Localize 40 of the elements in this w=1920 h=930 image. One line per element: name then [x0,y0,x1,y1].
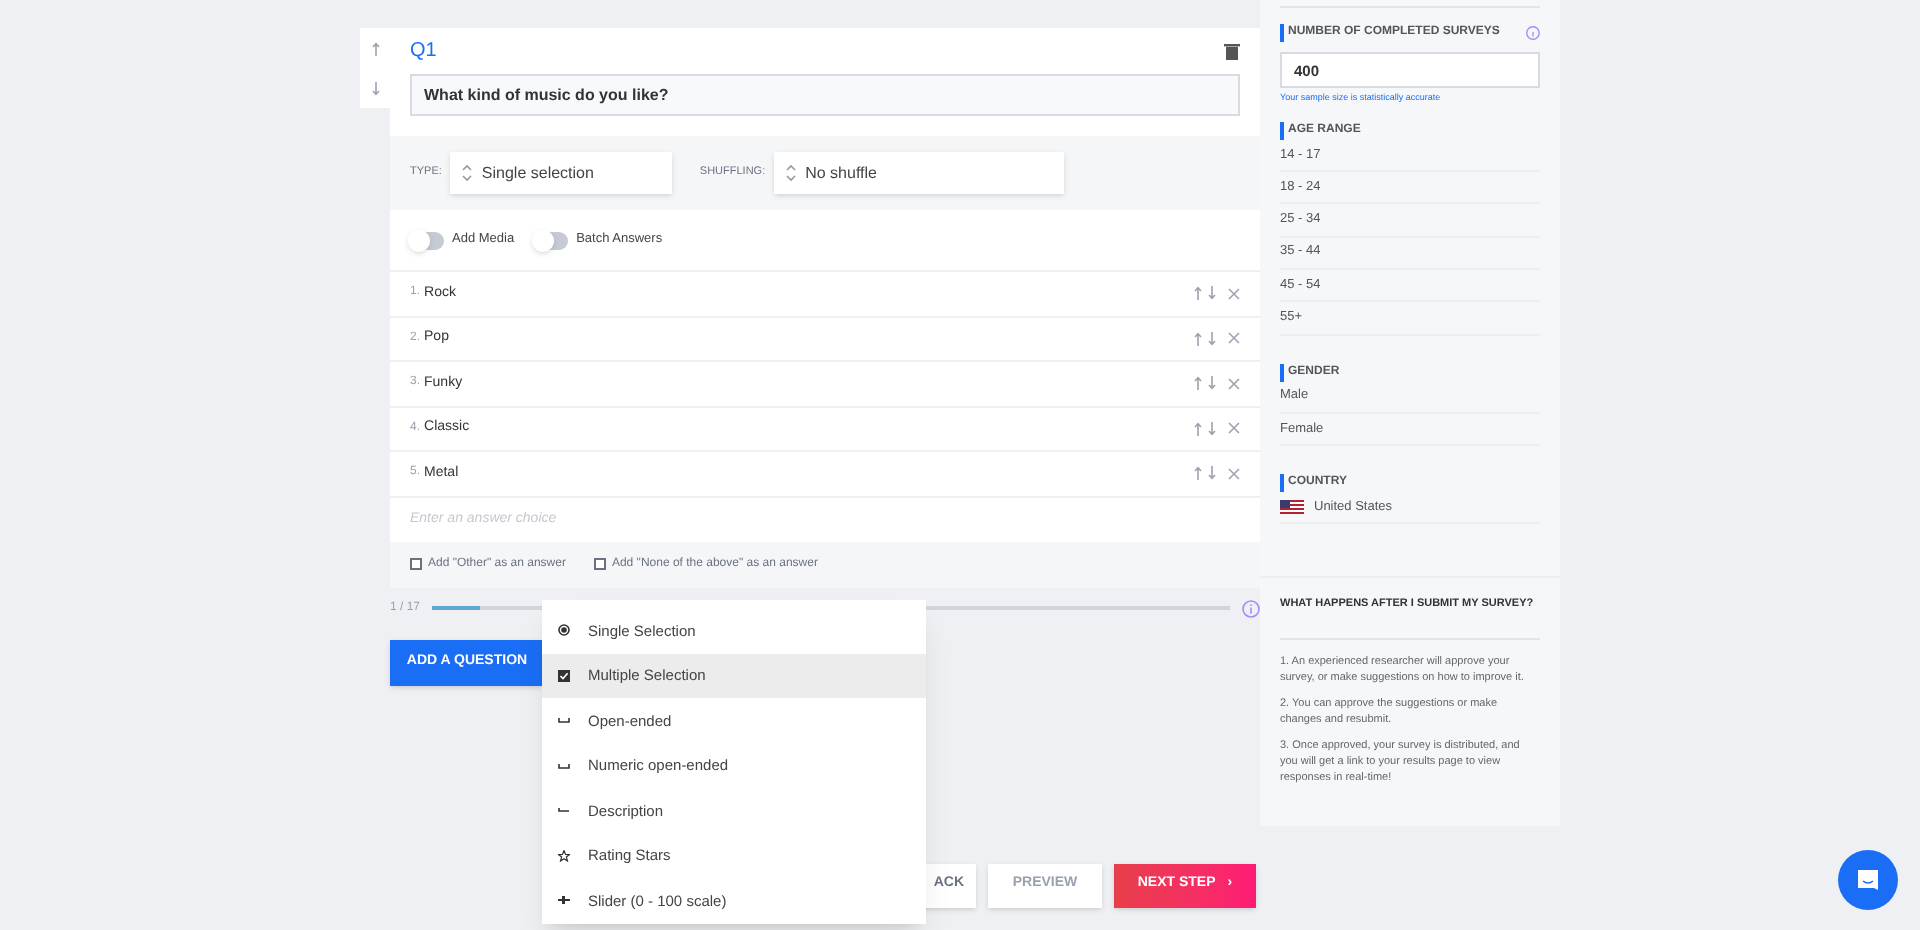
move-down-icon [1208,331,1216,346]
slider-icon [558,894,570,907]
remove-icon [1228,377,1240,390]
toggle-switch[interactable] [534,231,569,249]
text-line-icon [558,804,570,817]
remove-icon [1228,467,1240,480]
chat-icon [1856,868,1880,892]
remove-icon [1228,422,1240,435]
select-field[interactable]: No shuffle [773,152,1064,194]
radio-icon [558,624,570,637]
sort-arrows-icon [461,164,472,182]
move-up-icon [1194,376,1202,391]
move-down-icon [1208,376,1216,391]
move-up-icon [1194,466,1202,481]
question-number: Q1 [410,38,437,66]
trash-icon [1224,42,1240,60]
move-down-icon [1208,466,1216,481]
move-up-icon [1194,331,1202,346]
chat-button[interactable] [1838,850,1898,910]
select-field[interactable]: Single selection [449,152,672,194]
remove-icon [1228,287,1240,300]
move-down-icon [1208,421,1216,436]
star-icon [558,849,570,862]
text-line-icon [558,759,570,772]
checkbox-icon [558,669,570,682]
move-up-icon [1194,421,1202,436]
question-field[interactable]: What kind of music do you like? [410,74,1240,116]
move-up-icon [1194,286,1202,301]
move-up-icon [371,41,379,55]
sort-arrows-icon [785,164,796,182]
checkbox[interactable] [410,558,422,570]
move-down-icon [1208,286,1216,301]
flag-icon [1280,500,1304,515]
toggle-switch[interactable] [410,231,444,249]
text-line-icon [558,714,570,727]
info-icon [1526,26,1540,40]
move-down-icon [371,81,379,95]
info-icon [1242,599,1260,617]
remove-icon [1228,332,1240,345]
checkbox[interactable] [593,558,606,570]
